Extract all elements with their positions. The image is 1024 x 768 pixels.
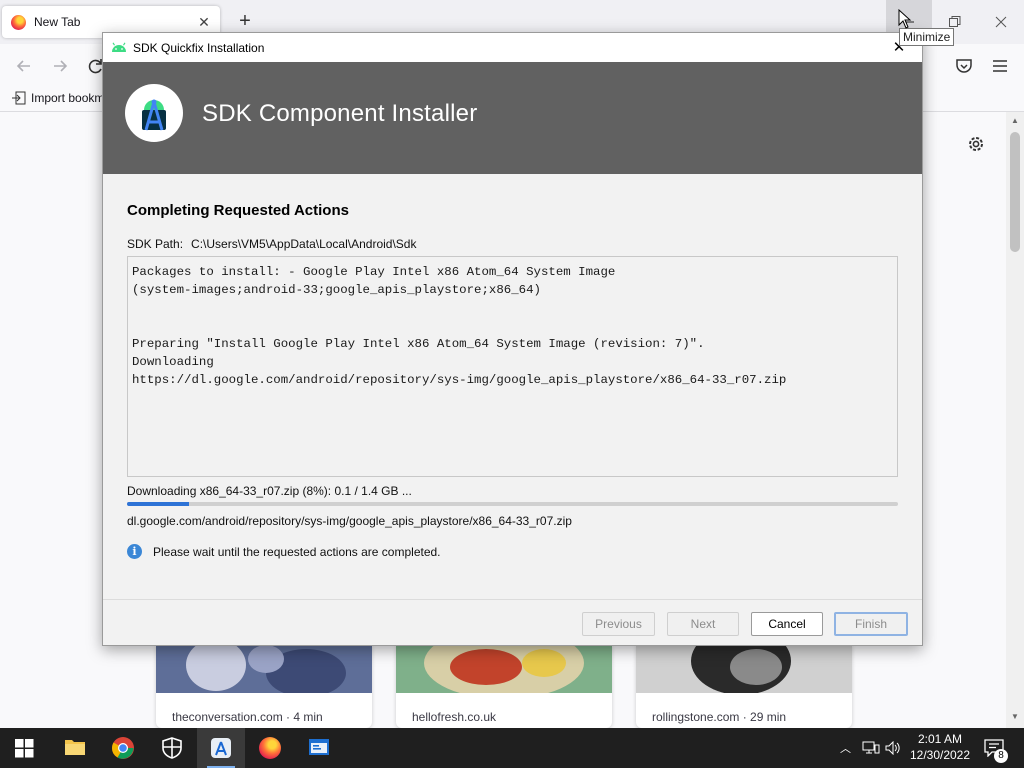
- install-log-textarea[interactable]: Packages to install: - Google Play Intel…: [127, 256, 898, 477]
- shield-icon: [162, 737, 182, 759]
- tab-close-icon[interactable]: ✕: [194, 12, 214, 32]
- installer-header-title: SDK Component Installer: [202, 100, 478, 127]
- back-arrow-icon[interactable]: [14, 56, 34, 76]
- taskbar-file-explorer[interactable]: [51, 728, 99, 768]
- dialog-title: SDK Quickfix Installation: [133, 41, 265, 55]
- section-title: Completing Requested Actions: [127, 202, 349, 219]
- sdk-path-label: SDK Path:: [127, 237, 184, 251]
- scrollbar-thumb[interactable]: [1010, 132, 1020, 252]
- firefox-icon: [259, 737, 281, 759]
- taskbar-security[interactable]: [148, 728, 196, 768]
- restore-icon: [949, 16, 961, 27]
- story-card-rollingstone[interactable]: rollingstone.com · 29 min: [636, 645, 852, 728]
- story-source: rollingstone.com · 29 min: [652, 710, 787, 724]
- story-thumbnail: [636, 645, 852, 693]
- download-progress-fill: [127, 502, 189, 506]
- sdk-path-row: SDK Path: C:\Users\VM5\AppData\Local\Andr…: [127, 237, 416, 251]
- taskbar-chrome[interactable]: [99, 728, 147, 768]
- import-bookmarks-link[interactable]: Import bookm: [12, 91, 104, 105]
- chrome-icon: [112, 737, 134, 759]
- taskbar-clock[interactable]: 2:01 AM 12/30/2022: [908, 731, 972, 763]
- tray-chevron-up-icon[interactable]: ︿: [840, 740, 851, 756]
- forward-arrow-icon[interactable]: [50, 56, 70, 76]
- page-scrollbar[interactable]: ▲ ▼: [1006, 112, 1024, 728]
- start-button[interactable]: [0, 728, 48, 768]
- close-window-button[interactable]: [978, 0, 1024, 44]
- android-studio-icon: [142, 99, 166, 131]
- gear-icon[interactable]: [966, 134, 986, 154]
- android-studio-logo: [125, 84, 183, 142]
- app-window-icon: [309, 739, 329, 755]
- firefox-favicon-icon: [11, 15, 26, 30]
- windows-taskbar: ︿ 2:01 AM 12/30/2022 8: [0, 728, 1024, 768]
- pocket-icon[interactable]: [954, 56, 974, 76]
- dialog-body: Completing Requested Actions SDK Path: C:…: [103, 174, 922, 599]
- notification-count-badge: 8: [994, 749, 1008, 763]
- taskbar-firefox[interactable]: [246, 728, 294, 768]
- cancel-button[interactable]: Cancel: [751, 612, 823, 636]
- story-card-theconversation[interactable]: theconversation.com · 4 min: [156, 645, 372, 728]
- new-tab-button[interactable]: +: [234, 10, 256, 32]
- download-status-text: Downloading x86_64-33_r07.zip (8%): 0.1 …: [127, 484, 412, 498]
- dialog-footer: Previous Next Cancel Finish: [103, 599, 922, 645]
- clock-date: 12/30/2022: [909, 748, 971, 762]
- sdk-quickfix-dialog: SDK Quickfix Installation ✕ SDK Componen…: [102, 32, 923, 646]
- installer-header: SDK Component Installer: [103, 62, 922, 174]
- download-url-text: dl.google.com/android/repository/sys-img…: [127, 514, 572, 528]
- folder-icon: [65, 740, 85, 755]
- info-message: Please wait until the requested actions …: [153, 544, 441, 559]
- windows-logo-icon: [15, 739, 34, 758]
- sdk-path-value: C:\Users\VM5\AppData\Local\Android\Sdk: [191, 237, 417, 251]
- info-message-row: i Please wait until the requested action…: [127, 544, 441, 559]
- previous-button[interactable]: Previous: [582, 612, 655, 636]
- finish-button[interactable]: Finish: [834, 612, 908, 636]
- download-progress-bar: [127, 502, 898, 506]
- close-icon: [995, 16, 1007, 28]
- story-thumbnail: [396, 645, 612, 693]
- mouse-cursor-icon: [898, 9, 912, 29]
- story-thumbnail: [156, 645, 372, 693]
- menu-hamburger-icon[interactable]: [990, 56, 1010, 76]
- network-icon[interactable]: [862, 741, 880, 755]
- info-icon: i: [127, 544, 142, 559]
- story-source: hellofresh.co.uk: [412, 710, 497, 724]
- volume-icon[interactable]: [885, 741, 901, 755]
- import-icon: [12, 91, 26, 105]
- clock-time: 2:01 AM: [917, 732, 963, 746]
- taskbar-android-studio[interactable]: [197, 728, 245, 768]
- scroll-down-icon[interactable]: ▼: [1010, 712, 1020, 722]
- android-studio-taskbar-icon: [211, 738, 231, 758]
- android-icon: [112, 42, 126, 52]
- next-button[interactable]: Next: [667, 612, 739, 636]
- dialog-title-bar: SDK Quickfix Installation ✕: [103, 33, 922, 62]
- scroll-up-icon[interactable]: ▲: [1010, 116, 1020, 126]
- taskbar-app-window[interactable]: [295, 728, 343, 768]
- import-bookmarks-label: Import bookm: [31, 91, 105, 105]
- minimize-tooltip: Minimize: [899, 28, 955, 46]
- story-source: theconversation.com · 4 min: [172, 710, 323, 724]
- story-card-hellofresh[interactable]: hellofresh.co.uk: [396, 645, 612, 728]
- tab-title: New Tab: [34, 15, 81, 29]
